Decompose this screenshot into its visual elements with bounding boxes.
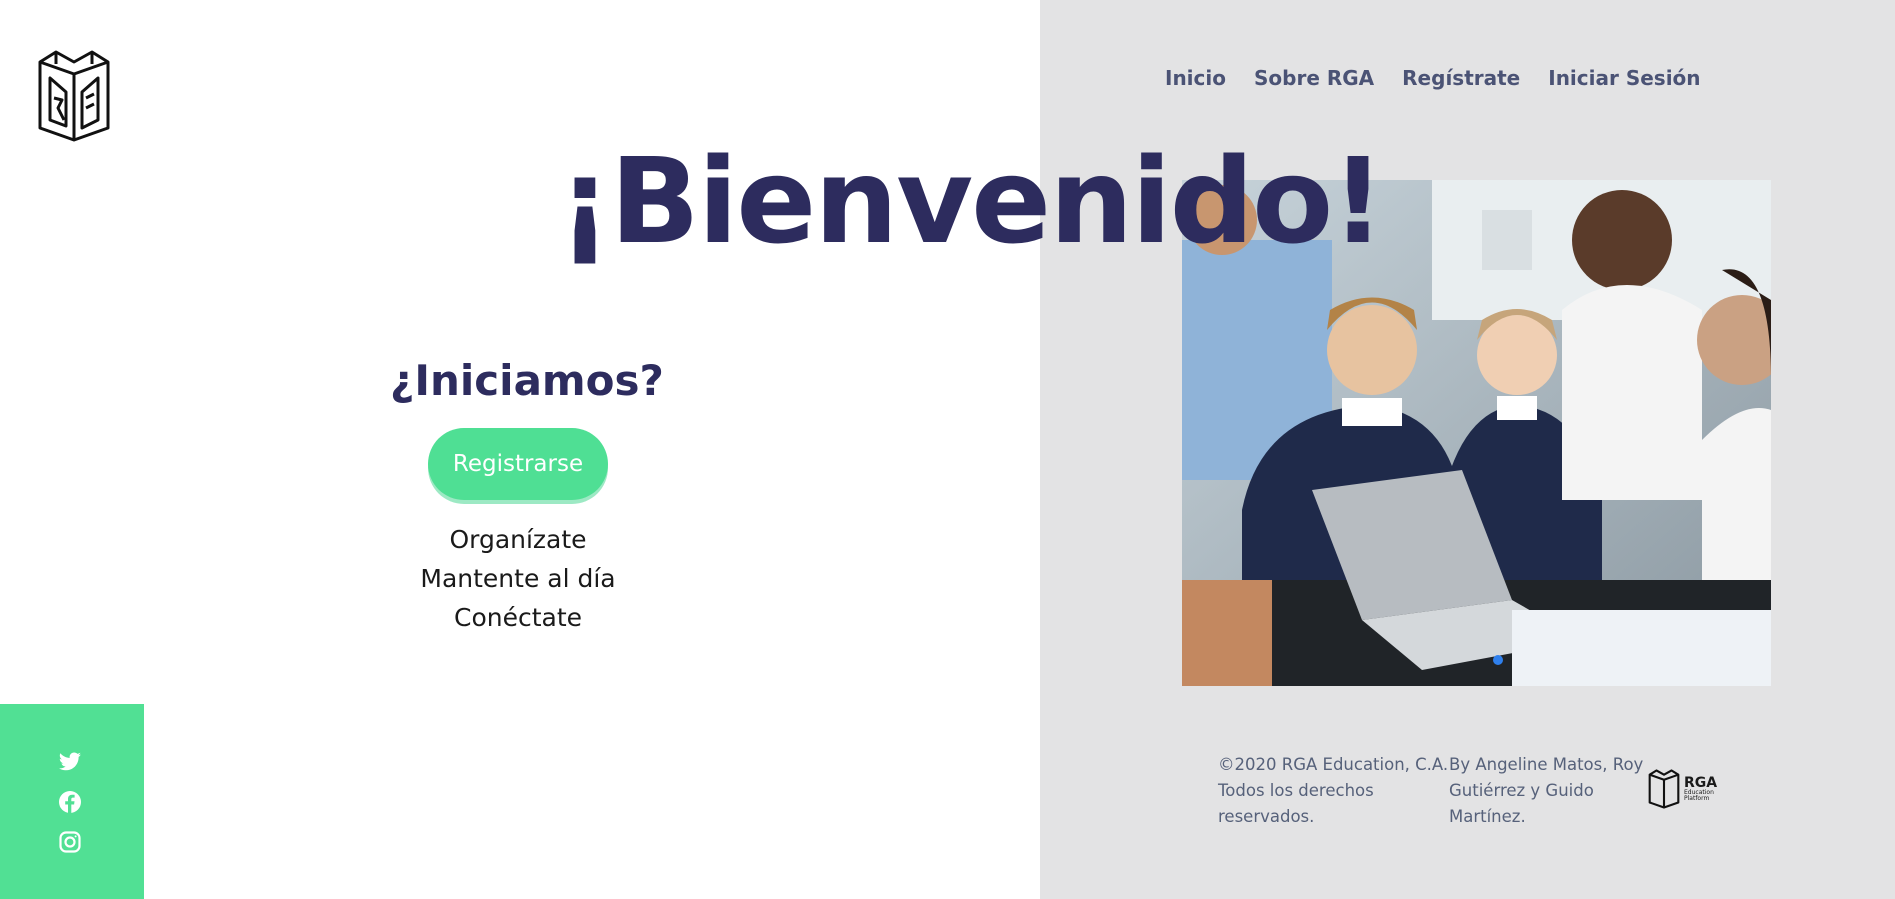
facebook-icon[interactable] (58, 790, 82, 814)
nav-registrate[interactable]: Regístrate (1402, 66, 1520, 90)
twitter-icon[interactable] (58, 750, 82, 774)
feature-item: Mantente al día (420, 564, 616, 593)
instagram-icon[interactable] (58, 830, 82, 854)
footer-copyright: ©2020 RGA Education, C.A. Todos los dere… (1218, 755, 1449, 826)
features-list: Organízate Mantente al día Conéctate (388, 520, 648, 637)
nav-iniciar-sesion[interactable]: Iniciar Sesión (1548, 66, 1700, 90)
nav-inicio[interactable]: Inicio (1165, 66, 1226, 90)
hero-subtitle: ¿Iniciamos? (390, 356, 664, 405)
footer-logo-sub2: Platform (1684, 795, 1710, 802)
footer-authors: By Angeline Matos, Roy Gutiérrez y Guido… (1449, 755, 1644, 826)
feature-item: Conéctate (453, 603, 583, 632)
nav-sobre-rga[interactable]: Sobre RGA (1254, 66, 1374, 90)
rga-mark-icon (1648, 769, 1680, 809)
social-bar (0, 704, 144, 899)
register-button[interactable]: Registrarse (428, 428, 608, 500)
hero-title: ¡Bienvenido! (558, 132, 1385, 270)
footer-logo: RGA Education Platform (1648, 768, 1717, 810)
main-nav: Inicio Sobre RGA Regístrate Iniciar Sesi… (1165, 66, 1701, 90)
feature-item: Organízate (449, 525, 587, 554)
carousel-dot[interactable] (1493, 655, 1503, 665)
footer-logo-title: RGA (1684, 775, 1718, 791)
rga-logo[interactable] (36, 48, 112, 144)
